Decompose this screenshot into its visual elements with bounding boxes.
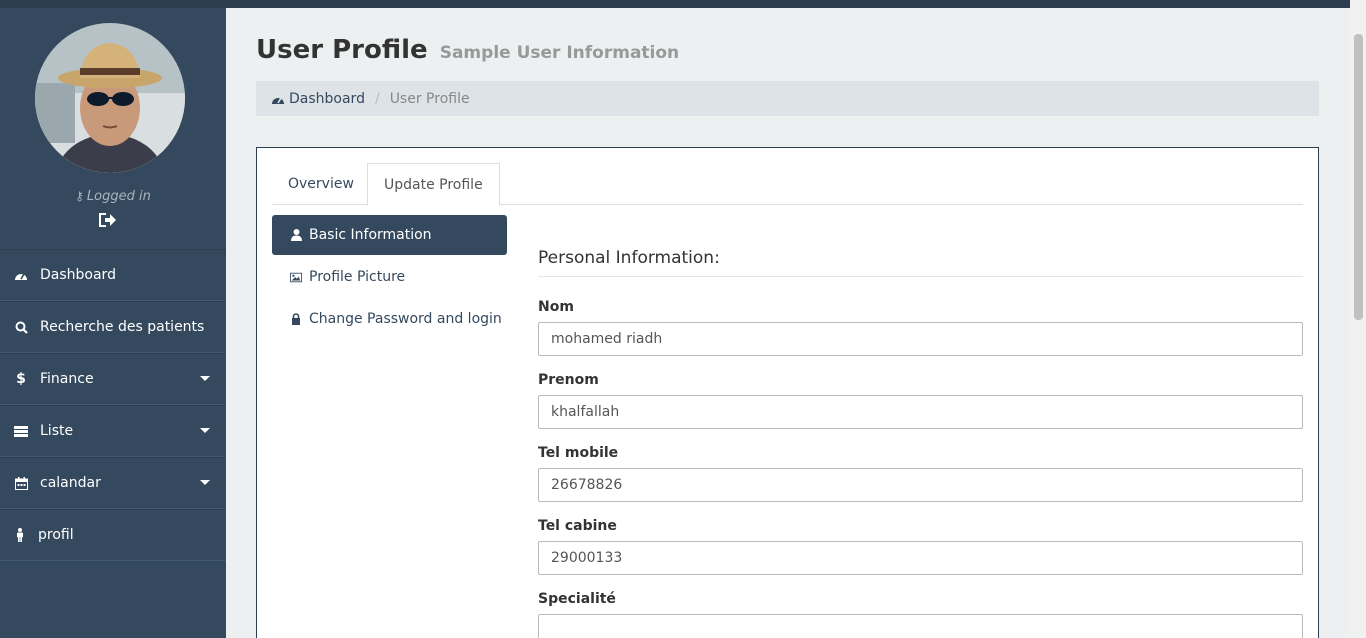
field-label: Prenom: [538, 372, 599, 388]
personal-info-form: Personal Information: Nom mohamed riadh …: [538, 248, 1303, 638]
key-icon: ⚷: [75, 189, 84, 203]
pill-label: Basic Information: [309, 227, 432, 243]
sidebar-item-label: Recherche des patients: [40, 319, 205, 335]
dashboard-icon: [14, 269, 28, 281]
sidebar: ⚷ Logged in Dashboard Recherche des patie…: [0, 8, 226, 638]
sidebar-item-calandar[interactable]: calandar: [0, 457, 226, 509]
sidebar-item-recherche[interactable]: Recherche des patients: [0, 301, 226, 353]
pill-basic-information[interactable]: Basic Information: [272, 215, 507, 255]
sidebar-item-dashboard[interactable]: Dashboard: [0, 249, 226, 301]
logout-button[interactable]: [97, 211, 117, 229]
tab-update-profile[interactable]: Update Profile: [367, 163, 500, 206]
pill-label: Profile Picture: [309, 269, 406, 285]
picture-icon: [290, 272, 302, 283]
breadcrumb-current: User Profile: [389, 90, 470, 107]
page-title: User Profile Sample User Information: [256, 35, 679, 65]
field-label: Specialité: [538, 591, 616, 607]
field-label: Tel cabine: [538, 518, 617, 534]
sidebar-item-label: calandar: [40, 475, 101, 491]
sidebar-item-label: Finance: [40, 371, 94, 387]
profile-section-nav: Basic Information Profile Picture Change…: [272, 215, 507, 341]
pill-change-password[interactable]: Change Password and login: [272, 299, 507, 339]
tab-overview[interactable]: Overview: [272, 163, 370, 205]
tel-mobile-input[interactable]: 26678826: [538, 468, 1303, 502]
field-tel-cabine: Tel cabine 29000133: [538, 518, 1303, 575]
page-scrollbar[interactable]: [1350, 0, 1366, 638]
login-status: ⚷ Logged in: [0, 189, 226, 204]
field-label: Nom: [538, 299, 574, 315]
sidebar-item-finance[interactable]: $ Finance: [0, 353, 226, 405]
field-nom: Nom mohamed riadh: [538, 299, 1303, 356]
form-heading: Personal Information:: [538, 248, 1303, 277]
sidebar-item-liste[interactable]: Liste: [0, 405, 226, 457]
lock-icon: [290, 313, 302, 325]
main-content: User Profile Sample User Information Das…: [226, 8, 1350, 638]
breadcrumb-home-link[interactable]: Dashboard: [271, 91, 365, 107]
male-icon: [16, 528, 24, 542]
sign-out-icon: [99, 213, 116, 227]
nom-input[interactable]: mohamed riadh: [538, 322, 1303, 356]
breadcrumb-home-label: Dashboard: [289, 90, 365, 107]
avatar: [35, 23, 185, 173]
sidebar-item-label: Dashboard: [40, 267, 116, 283]
avatar-photo: [35, 23, 185, 173]
calendar-icon: [14, 476, 28, 490]
user-icon: [290, 229, 302, 241]
profile-tabs: Overview Update Profile: [272, 163, 1303, 206]
login-status-text: Logged in: [86, 189, 151, 204]
pill-profile-picture[interactable]: Profile Picture: [272, 257, 507, 297]
specialite-input[interactable]: [538, 614, 1303, 638]
search-icon: [14, 321, 28, 334]
field-specialite: Specialité: [538, 591, 1303, 638]
breadcrumb-separator: /: [374, 90, 380, 107]
field-label: Tel mobile: [538, 445, 619, 461]
prenom-input[interactable]: khalfallah: [538, 395, 1303, 429]
sidebar-item-label: Liste: [40, 423, 74, 439]
caret-down-icon: [200, 480, 210, 485]
sidebar-item-profil[interactable]: profil: [0, 509, 226, 561]
sidebar-item-label: profil: [38, 527, 74, 543]
pill-label: Change Password and login: [309, 311, 502, 327]
dashboard-icon: [272, 97, 284, 104]
tel-cabine-input[interactable]: 29000133: [538, 541, 1303, 575]
profile-panel: Overview Update Profile Basic Informatio…: [256, 147, 1319, 638]
field-tel-mobile: Tel mobile 26678826: [538, 445, 1303, 502]
list-icon: [14, 425, 28, 437]
caret-down-icon: [200, 428, 210, 433]
top-bar: [0, 0, 1350, 8]
page-subtitle: Sample User Information: [439, 43, 680, 63]
sidebar-nav: Dashboard Recherche des patients $ Finan…: [0, 249, 226, 561]
page-title-text: User Profile: [256, 35, 428, 65]
scrollbar-thumb[interactable]: [1354, 34, 1363, 320]
breadcrumb: Dashboard / User Profile: [256, 81, 1319, 116]
dollar-icon: $: [16, 371, 26, 387]
field-prenom: Prenom khalfallah: [538, 372, 1303, 429]
caret-down-icon: [200, 376, 210, 381]
